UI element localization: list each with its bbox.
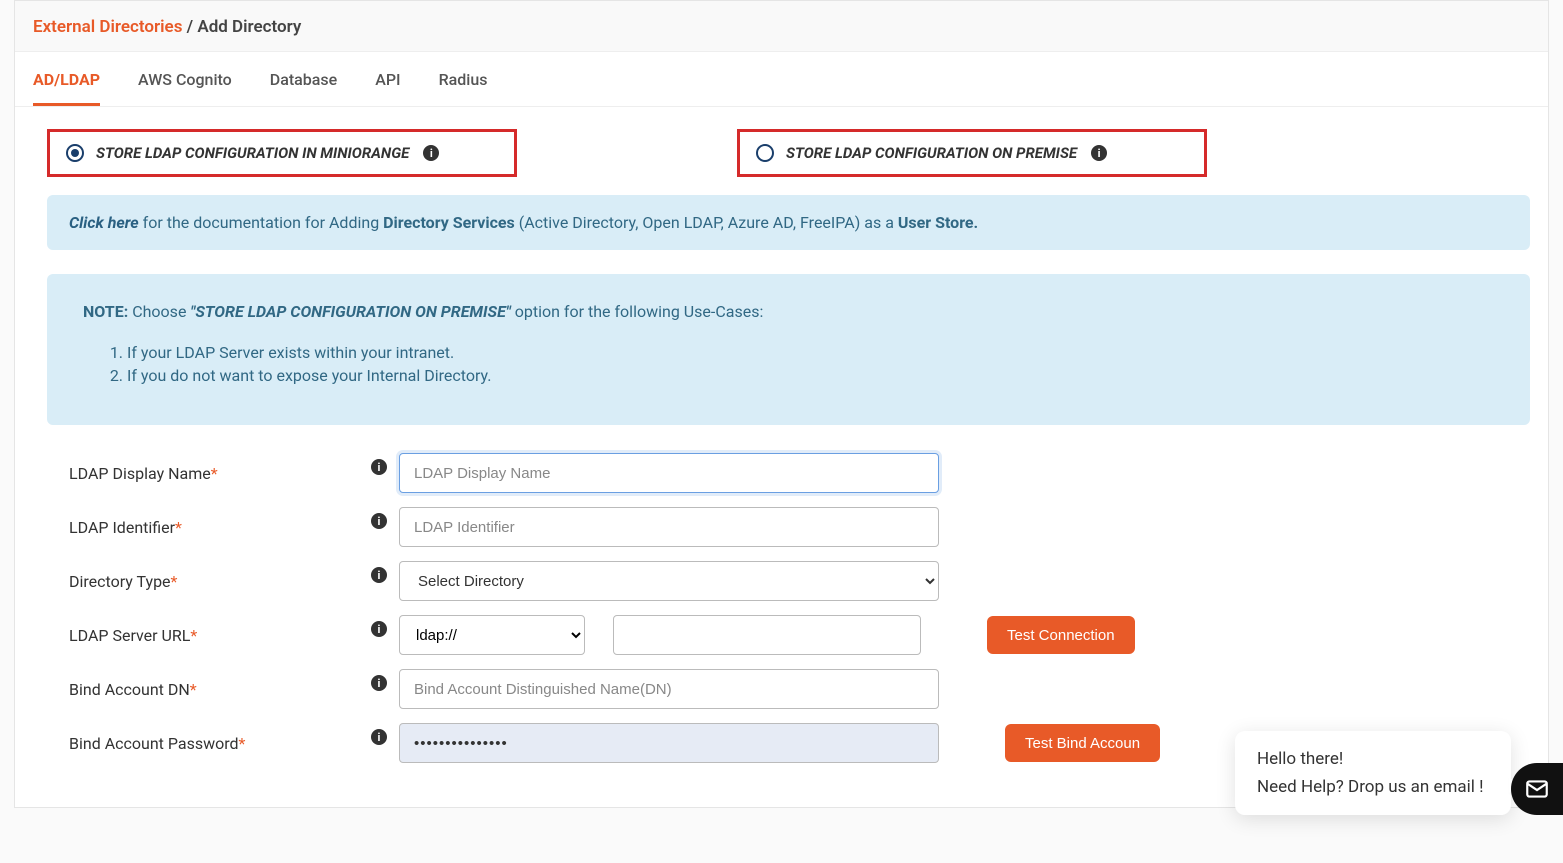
row-directory-type: Directory Type* i Select Directory xyxy=(47,561,1530,601)
input-ldap-host[interactable] xyxy=(613,615,921,655)
radio-icon xyxy=(756,144,774,162)
tab-bar: AD/LDAP AWS Cognito Database API Radius xyxy=(15,52,1548,107)
tab-api[interactable]: API xyxy=(375,70,400,106)
label-text: Bind Account DN xyxy=(69,680,190,699)
label-text: LDAP Display Name xyxy=(69,464,211,483)
radio-label-miniorange: STORE LDAP CONFIGURATION IN MINIORANGE xyxy=(96,144,409,162)
info-icon[interactable]: i xyxy=(371,621,387,637)
info-icon[interactable]: i xyxy=(371,513,387,529)
radio-icon xyxy=(66,144,84,162)
required-mark: * xyxy=(175,518,182,537)
chat-popup[interactable]: Hello there! Need Help? Drop us an email… xyxy=(1235,731,1511,815)
required-mark: * xyxy=(190,626,197,645)
spacer xyxy=(517,129,737,177)
info-icon[interactable]: i xyxy=(371,459,387,475)
row-ldap-display-name: LDAP Display Name* i xyxy=(47,453,1530,493)
note-box: NOTE: Choose "STORE LDAP CONFIGURATION O… xyxy=(47,274,1530,425)
radio-label-onpremise: STORE LDAP CONFIGURATION ON PREMISE xyxy=(786,144,1077,162)
required-mark: * xyxy=(211,464,218,483)
label-directory-type: Directory Type* xyxy=(69,572,369,591)
breadcrumb-sep: / xyxy=(187,17,193,37)
label-bind-password: Bind Account Password* xyxy=(69,734,369,753)
breadcrumb: External Directories / Add Directory xyxy=(15,1,1548,52)
doc-alert: Click here for the documentation for Add… xyxy=(47,195,1530,250)
note-text: Choose xyxy=(132,302,190,321)
row-ldap-identifier: LDAP Identifier* i xyxy=(47,507,1530,547)
note-list: If your LDAP Server exists within your i… xyxy=(83,343,1494,385)
label-text: Directory Type xyxy=(69,572,171,591)
label-text: Bind Account Password xyxy=(69,734,239,753)
info-icon[interactable]: i xyxy=(423,145,439,161)
tab-radius[interactable]: Radius xyxy=(439,70,488,106)
label-text: LDAP Server URL xyxy=(69,626,190,645)
radio-store-onpremise[interactable]: STORE LDAP CONFIGURATION ON PREMISE i xyxy=(737,129,1207,177)
chat-fab-button[interactable] xyxy=(1511,763,1563,815)
info-icon[interactable]: i xyxy=(371,675,387,691)
tab-database[interactable]: Database xyxy=(270,70,337,106)
label-ldap-identifier: LDAP Identifier* xyxy=(69,518,369,537)
input-bind-dn[interactable] xyxy=(399,669,939,709)
chat-line1: Hello there! xyxy=(1257,749,1489,769)
note-label: NOTE: xyxy=(83,302,128,321)
content-area: STORE LDAP CONFIGURATION IN MINIORANGE i… xyxy=(15,107,1548,807)
input-ldap-display-name[interactable] xyxy=(399,453,939,493)
required-mark: * xyxy=(190,680,197,699)
doc-click-here-link[interactable]: Click here xyxy=(69,213,139,232)
alert-text: for the documentation for Adding xyxy=(139,213,383,232)
label-ldap-server-url: LDAP Server URL* xyxy=(69,626,369,645)
required-mark: * xyxy=(171,572,178,591)
select-directory-type[interactable]: Select Directory xyxy=(399,561,939,601)
required-mark: * xyxy=(239,734,246,753)
note-list-item: If you do not want to expose your Intern… xyxy=(127,366,1494,385)
alert-strong-ds: Directory Services xyxy=(383,213,515,232)
tab-awscognito[interactable]: AWS Cognito xyxy=(138,70,232,106)
input-ldap-identifier[interactable] xyxy=(399,507,939,547)
note-emph: "STORE LDAP CONFIGURATION ON PREMISE" xyxy=(190,302,510,321)
page-container: External Directories / Add Directory AD/… xyxy=(14,0,1549,808)
label-text: LDAP Identifier xyxy=(69,518,175,537)
alert-strong-us: User Store. xyxy=(898,213,978,232)
info-icon[interactable]: i xyxy=(1091,145,1107,161)
info-icon[interactable]: i xyxy=(371,567,387,583)
chat-line2: Need Help? Drop us an email ! xyxy=(1257,777,1489,797)
breadcrumb-parent[interactable]: External Directories xyxy=(33,17,182,37)
label-ldap-display-name: LDAP Display Name* xyxy=(69,464,369,483)
radio-store-miniorange[interactable]: STORE LDAP CONFIGURATION IN MINIORANGE i xyxy=(47,129,517,177)
note-list-item: If your LDAP Server exists within your i… xyxy=(127,343,1494,362)
alert-text: (Active Directory, Open LDAP, Azure AD, … xyxy=(515,213,898,232)
select-ldap-protocol[interactable]: ldap:// xyxy=(399,615,585,655)
test-connection-button[interactable]: Test Connection xyxy=(987,616,1135,654)
row-ldap-server-url: LDAP Server URL* i ldap:// Test Connecti… xyxy=(47,615,1530,655)
label-bind-dn: Bind Account DN* xyxy=(69,680,369,699)
note-text: option for the following Use-Cases: xyxy=(515,302,764,321)
storage-mode-row: STORE LDAP CONFIGURATION IN MINIORANGE i… xyxy=(47,129,1530,177)
input-bind-password[interactable] xyxy=(399,723,939,763)
tab-adldap[interactable]: AD/LDAP xyxy=(33,70,100,106)
test-bind-account-button[interactable]: Test Bind Accoun xyxy=(1005,724,1160,762)
info-icon[interactable]: i xyxy=(371,729,387,745)
mail-icon xyxy=(1524,776,1550,802)
row-bind-dn: Bind Account DN* i xyxy=(47,669,1530,709)
breadcrumb-current: Add Directory xyxy=(197,17,301,37)
